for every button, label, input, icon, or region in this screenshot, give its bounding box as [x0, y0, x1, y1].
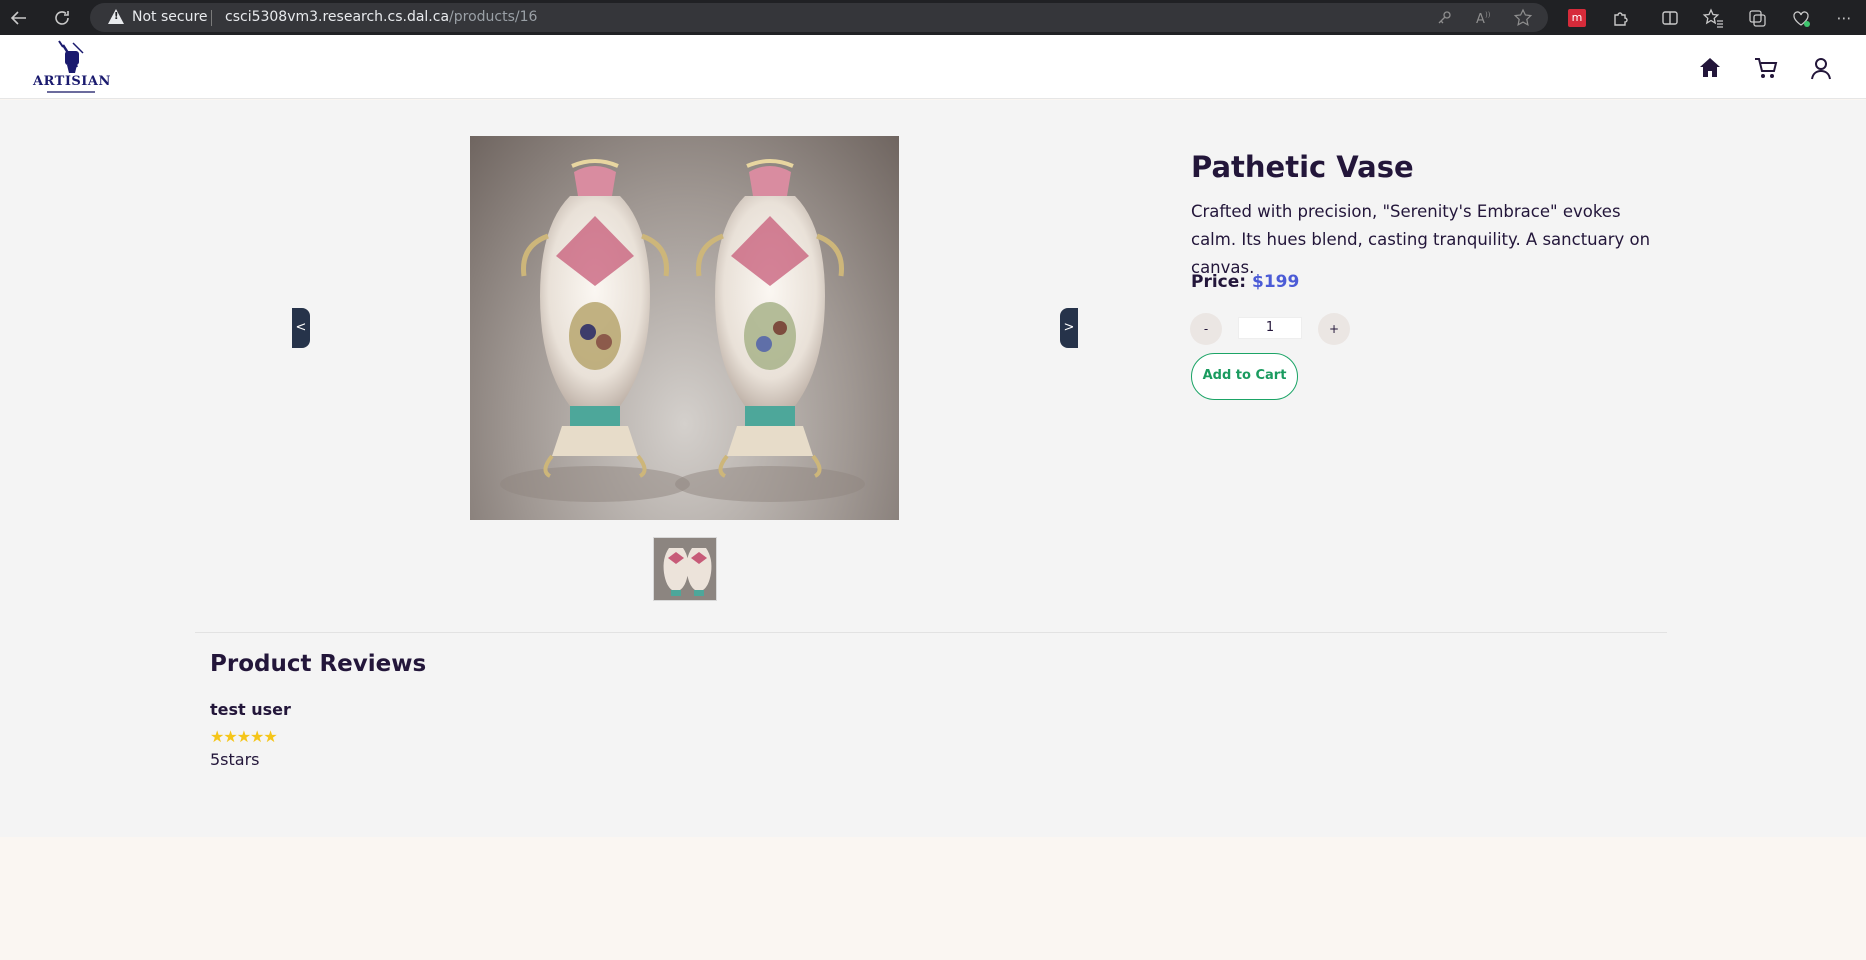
puzzle-icon[interactable] — [1610, 7, 1632, 29]
more-icon[interactable]: ⋯ — [1833, 7, 1855, 29]
site-header: ARTISIAN — [0, 35, 1866, 99]
vase-pair-illustration — [500, 159, 865, 502]
carousel-prev-button[interactable]: < — [292, 308, 310, 348]
review-user: test user — [210, 700, 291, 719]
logo-text: ARTISIAN — [33, 74, 111, 89]
carousel-next-button[interactable]: > — [1060, 308, 1078, 348]
increment-button[interactable]: + — [1318, 313, 1350, 345]
thumbnail-illustration — [654, 538, 716, 600]
product-thumbnail[interactable] — [653, 537, 717, 601]
url-host: csci5308vm3.research.cs.dal.ca — [225, 9, 450, 25]
review-text: 5stars — [210, 750, 260, 769]
product-description: Crafted with precision, "Serenity's Embr… — [1191, 202, 1651, 277]
logo-tagline-mark — [47, 91, 95, 93]
refresh-icon[interactable] — [49, 5, 75, 31]
url-text[interactable]: csci5308vm3.research.cs.dal.ca/products/… — [225, 9, 537, 25]
user-icon[interactable] — [1808, 55, 1834, 81]
logo-emblem-icon — [58, 40, 84, 73]
split-screen-icon[interactable] — [1659, 7, 1681, 29]
address-bar[interactable]: Not secure csci5308vm3.research.cs.dal.c… — [90, 3, 1548, 32]
security-label[interactable]: Not secure — [132, 9, 208, 25]
product-image — [470, 136, 899, 520]
price-value: $199 — [1252, 272, 1300, 292]
price-label: Price: — [1191, 272, 1247, 292]
favorite-star-icon[interactable] — [1513, 8, 1533, 28]
browser-toolbar: Not secure csci5308vm3.research.cs.dal.c… — [0, 0, 1866, 35]
address-divider — [211, 10, 212, 26]
price-row: Price: $199 — [1191, 272, 1299, 292]
svg-text:)): )) — [1485, 11, 1491, 19]
read-aloud-icon[interactable]: A)) — [1474, 8, 1494, 28]
key-icon[interactable] — [1434, 8, 1454, 28]
collections-icon[interactable] — [1746, 7, 1768, 29]
product-page: < > Pathetic Vase Crafted with precision… — [0, 100, 1866, 837]
page-footer-area — [0, 837, 1866, 960]
add-to-cart-button[interactable]: Add to Cart — [1191, 353, 1298, 400]
warning-icon — [108, 9, 124, 24]
review-star-rating: ★★★★★ — [210, 727, 278, 746]
health-icon[interactable] — [1790, 7, 1812, 29]
reviews-divider — [195, 632, 1667, 633]
quantity-input[interactable]: 1 — [1238, 317, 1302, 339]
extension-red-icon[interactable]: m — [1568, 9, 1586, 27]
home-icon[interactable] — [1697, 55, 1723, 81]
cart-icon[interactable] — [1753, 55, 1779, 81]
product-title: Pathetic Vase — [1191, 150, 1414, 184]
artisian-logo[interactable]: ARTISIAN — [33, 37, 111, 97]
reviews-title: Product Reviews — [210, 651, 427, 677]
back-icon[interactable] — [6, 5, 32, 31]
favorites-icon[interactable] — [1702, 7, 1724, 29]
decrement-button[interactable]: - — [1190, 313, 1222, 345]
url-path: /products/16 — [449, 9, 538, 25]
svg-text:A: A — [1476, 12, 1485, 27]
